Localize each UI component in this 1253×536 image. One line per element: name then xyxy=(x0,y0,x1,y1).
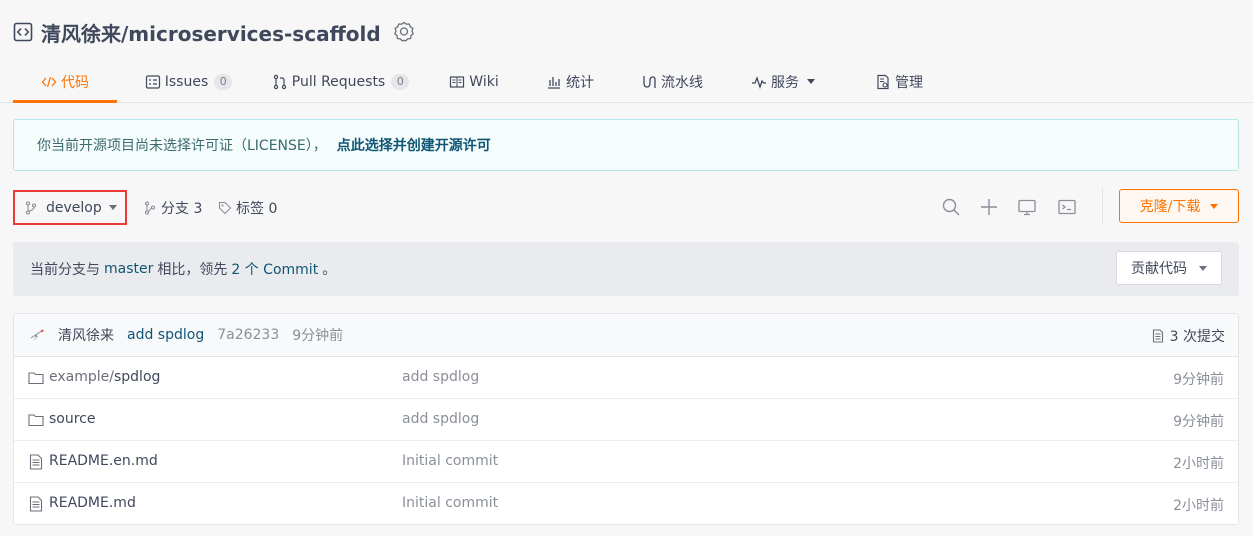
recommend-badge-icon[interactable] xyxy=(393,21,415,43)
repo-name[interactable]: 清风徐来/microservices-scaffold xyxy=(41,18,381,47)
commit-time: 9分钟前 xyxy=(292,328,344,344)
file-name[interactable]: example/spdlog xyxy=(49,369,160,385)
ahead-commits-link[interactable]: 2 个 Commit xyxy=(231,259,318,279)
repo-header: 清风徐来/microservices-scaffold 代码 Issues 0 … xyxy=(0,0,1253,103)
clone-download-button[interactable]: 克隆/下载 xyxy=(1119,189,1239,223)
branch-icon xyxy=(24,200,38,215)
table-row[interactable]: example/spdlog add spdlog 9分钟前 xyxy=(14,357,1238,399)
license-notice: 你当前开源项目尚未选择许可证（LICENSE）， 点此选择并创建开源许可 xyxy=(13,119,1239,171)
path-prefix: example/ xyxy=(49,369,114,385)
base-branch-link[interactable]: master xyxy=(104,261,153,277)
tab-label: Issues xyxy=(164,73,209,90)
compare-prefix: 当前分支与 xyxy=(30,262,100,278)
file-name[interactable]: source xyxy=(49,411,96,427)
file-time: 2小时前 xyxy=(1173,498,1224,514)
tab-label: 服务 xyxy=(771,74,799,91)
tab-services[interactable]: 服务 xyxy=(745,60,821,103)
create-license-link[interactable]: 点此选择并创建开源许可 xyxy=(337,135,491,155)
chevron-down-icon xyxy=(1199,265,1207,271)
file-commit-message[interactable]: add spdlog xyxy=(402,411,479,427)
chevron-down-icon xyxy=(807,79,815,84)
branch-icon xyxy=(143,201,157,215)
branches-link[interactable]: 分支 3 xyxy=(143,197,202,219)
path-name: spdlog xyxy=(113,369,161,385)
tab-pipeline[interactable]: 流水线 xyxy=(635,60,709,103)
file-time: 9分钟前 xyxy=(1173,372,1224,388)
terminal-icon[interactable] xyxy=(1057,197,1077,217)
latest-commit-row: 清风徐来 add spdlog 7a26233 9分钟前 3 次提交 xyxy=(14,314,1238,357)
tab-label: Pull Requests xyxy=(291,73,386,90)
settings-doc-icon xyxy=(875,74,891,90)
chevron-down-icon xyxy=(1210,203,1219,209)
issues-icon xyxy=(145,74,161,90)
table-row[interactable]: README.md Initial commit 2小时前 xyxy=(14,483,1238,524)
current-branch: develop xyxy=(46,199,102,216)
commit-sha[interactable]: 7a26233 xyxy=(217,327,279,343)
chevron-down-icon xyxy=(108,205,117,210)
folder-icon xyxy=(28,412,44,428)
tab-label: 代码 xyxy=(61,74,89,91)
code-icon xyxy=(41,74,57,90)
pipeline-icon xyxy=(641,74,657,90)
file-text-icon xyxy=(28,496,44,512)
tab-label: 管理 xyxy=(895,74,923,91)
tag-icon xyxy=(218,201,232,215)
tab-pull-requests[interactable]: Pull Requests 0 xyxy=(258,60,423,103)
file-commit-message[interactable]: Initial commit xyxy=(402,453,498,469)
tags-label: 标签 0 xyxy=(236,201,278,217)
pull-request-icon xyxy=(272,74,288,90)
code-repo-icon xyxy=(13,22,33,42)
table-row[interactable]: source add spdlog 9分钟前 xyxy=(14,399,1238,441)
tags-link[interactable]: 标签 0 xyxy=(218,197,277,219)
issues-count-badge: 0 xyxy=(214,73,233,90)
commit-count: 3 次提交 xyxy=(1169,329,1225,345)
avatar[interactable] xyxy=(28,325,48,345)
branches-label: 分支 3 xyxy=(161,201,203,217)
file-table: 清风徐来 add spdlog 7a26233 9分钟前 3 次提交 examp… xyxy=(13,313,1239,525)
monitor-icon[interactable] xyxy=(1017,197,1037,217)
commits-doc-icon xyxy=(1151,329,1165,343)
compare-middle: 相比，领先 xyxy=(157,262,228,278)
file-name[interactable]: README.md xyxy=(49,495,136,511)
tab-wiki[interactable]: Wiki xyxy=(444,60,504,103)
wiki-icon xyxy=(449,74,465,90)
tab-manage[interactable]: 管理 xyxy=(870,60,928,103)
folder-icon xyxy=(28,370,44,386)
license-notice-text: 你当前开源项目尚未选择许可证（LICENSE）， xyxy=(37,138,327,154)
commit-count-link[interactable]: 3 次提交 xyxy=(1151,326,1225,346)
tab-label: 统计 xyxy=(566,74,594,91)
file-commit-message[interactable]: add spdlog xyxy=(402,369,479,385)
tab-issues[interactable]: Issues 0 xyxy=(131,60,246,103)
table-row[interactable]: README.en.md Initial commit 2小时前 xyxy=(14,441,1238,483)
contribute-label: 贡献代码 xyxy=(1131,261,1187,277)
tab-label: Wiki xyxy=(469,73,499,90)
bar-chart-icon xyxy=(546,74,562,90)
plus-icon[interactable] xyxy=(979,197,999,217)
repo-tabs: 代码 Issues 0 Pull Requests 0 Wiki 统计 流水线 … xyxy=(13,60,928,103)
pulse-icon xyxy=(751,74,767,90)
compare-suffix: 。 xyxy=(322,262,337,278)
commit-message[interactable]: add spdlog xyxy=(127,327,204,343)
contribute-button[interactable]: 贡献代码 xyxy=(1116,251,1222,285)
tab-label: 流水线 xyxy=(661,74,703,91)
file-commit-message[interactable]: Initial commit xyxy=(402,495,498,511)
clone-label: 克隆/下载 xyxy=(1139,199,1201,215)
pr-count-badge: 0 xyxy=(391,73,410,90)
branch-compare-bar: 当前分支与 master 相比，领先 2 个 Commit 。 xyxy=(13,242,1239,296)
tab-stats[interactable]: 统计 xyxy=(541,60,599,103)
commit-author[interactable]: 清风徐来 xyxy=(58,325,114,345)
file-time: 9分钟前 xyxy=(1173,414,1224,430)
file-time: 2小时前 xyxy=(1173,456,1224,472)
search-icon[interactable] xyxy=(941,197,961,217)
file-text-icon xyxy=(28,454,44,470)
branch-selector[interactable]: develop xyxy=(13,190,127,225)
file-name[interactable]: README.en.md xyxy=(49,453,158,469)
repo-title-bar: 清风徐来/microservices-scaffold xyxy=(13,17,415,47)
toolbar-divider xyxy=(1102,187,1103,223)
tab-code[interactable]: 代码 xyxy=(13,60,117,103)
